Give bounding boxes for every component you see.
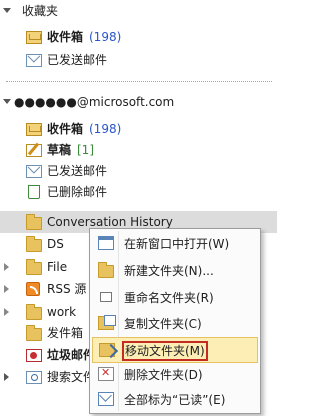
conversation-history-label: Conversation History bbox=[47, 215, 173, 229]
search-folder-icon bbox=[26, 371, 42, 384]
folder-icon bbox=[26, 236, 42, 252]
junk-label: 垃圾邮件 bbox=[47, 348, 96, 362]
drafts-label: 草稿 bbox=[47, 143, 72, 157]
expand-arrow-icon[interactable] bbox=[4, 263, 9, 271]
inbox-icon bbox=[26, 31, 42, 44]
delete-folder-icon bbox=[98, 366, 114, 381]
expand-arrow-icon[interactable] bbox=[4, 308, 9, 316]
context-menu: 在新窗口中打开(W) 新建文件夹(N)... 重命名文件夹(R) 复制文件夹(C… bbox=[89, 228, 261, 414]
fav-sent-label: 已发送邮件 bbox=[47, 53, 108, 67]
new-window-icon bbox=[98, 236, 114, 250]
menu-item-label: 在新窗口中打开(W) bbox=[124, 237, 230, 251]
menu-item-label: 新建文件夹(N)... bbox=[124, 264, 214, 278]
junk-icon bbox=[26, 349, 42, 362]
deleted-label: 已删除邮件 bbox=[47, 185, 108, 199]
account-email: ●●●●●●@microsoft.com bbox=[14, 95, 175, 109]
collapse-arrow-icon[interactable] bbox=[3, 8, 11, 13]
folder-drafts[interactable]: 草稿 [1] bbox=[0, 139, 277, 161]
rss-label: RSS 源 bbox=[47, 282, 87, 296]
drafts-count: [1] bbox=[77, 143, 94, 157]
sent-mail-icon bbox=[26, 54, 42, 67]
file-label: File bbox=[47, 260, 68, 274]
work-label: work bbox=[47, 305, 77, 319]
outbox-icon bbox=[26, 325, 42, 341]
expand-arrow-icon[interactable] bbox=[4, 285, 9, 293]
menu-item-new-folder[interactable]: 新建文件夹(N)... bbox=[92, 258, 258, 284]
menu-item-open-new-window[interactable]: 在新窗口中打开(W) bbox=[92, 231, 258, 257]
menu-item-mark-all-read[interactable]: 全部标为“已读”(E) bbox=[92, 387, 258, 413]
new-folder-icon bbox=[98, 262, 114, 278]
folder-inbox[interactable]: 收件箱 (198) bbox=[0, 118, 277, 140]
move-folder-icon bbox=[99, 343, 115, 357]
inbox-icon bbox=[26, 123, 42, 136]
menu-item-label: 复制文件夹(C) bbox=[124, 317, 202, 331]
divider bbox=[6, 81, 272, 82]
inbox-label: 收件箱 bbox=[47, 122, 84, 136]
sent-mail-icon bbox=[26, 165, 42, 178]
fav-inbox-count: (198) bbox=[89, 30, 122, 44]
mark-read-icon bbox=[98, 392, 114, 406]
folder-icon bbox=[26, 214, 42, 230]
account-header[interactable]: ●●●●●●@microsoft.com bbox=[0, 91, 277, 113]
inbox-count: (198) bbox=[89, 122, 122, 136]
menu-item-label: 移动文件夹(M) bbox=[122, 341, 208, 361]
menu-item-move-folder[interactable]: 移动文件夹(M) bbox=[92, 337, 258, 363]
fav-inbox-label: 收件箱 bbox=[47, 30, 84, 44]
rename-icon bbox=[98, 290, 114, 304]
favorites-label: 收藏夹 bbox=[22, 4, 59, 18]
sent-label: 已发送邮件 bbox=[47, 164, 108, 178]
favorites-header[interactable]: 收藏夹 bbox=[0, 0, 277, 22]
fav-item-sent[interactable]: 已发送邮件 bbox=[0, 49, 277, 71]
folder-deleted[interactable]: 已删除邮件 bbox=[0, 181, 277, 203]
folder-icon bbox=[26, 259, 42, 275]
menu-item-copy-folder[interactable]: 复制文件夹(C) bbox=[92, 311, 258, 337]
fav-item-inbox[interactable]: 收件箱 (198) bbox=[0, 26, 277, 48]
menu-item-label: 重命名文件夹(R) bbox=[124, 291, 214, 305]
search-folder-label: 搜索文件 bbox=[47, 370, 96, 384]
expand-arrow-icon[interactable] bbox=[4, 373, 9, 381]
rss-icon bbox=[26, 282, 40, 296]
menu-item-rename-folder[interactable]: 重命名文件夹(R) bbox=[92, 285, 258, 311]
collapse-arrow-icon[interactable] bbox=[3, 99, 11, 104]
copy-folder-icon bbox=[98, 315, 116, 330]
folder-icon bbox=[26, 304, 42, 320]
drafts-icon bbox=[26, 144, 42, 157]
trash-icon bbox=[28, 185, 40, 199]
ds-label: DS bbox=[47, 237, 64, 251]
menu-item-delete-folder[interactable]: 删除文件夹(D) bbox=[92, 362, 258, 388]
menu-item-label: 删除文件夹(D) bbox=[124, 368, 203, 382]
menu-item-label: 全部标为“已读”(E) bbox=[124, 393, 226, 407]
folder-pane: 收藏夹 收件箱 (198) 已发送邮件 ●●●●●●@microsoft.com… bbox=[0, 0, 277, 416]
outbox-label: 发件箱 bbox=[47, 326, 84, 340]
folder-sent[interactable]: 已发送邮件 bbox=[0, 160, 277, 182]
